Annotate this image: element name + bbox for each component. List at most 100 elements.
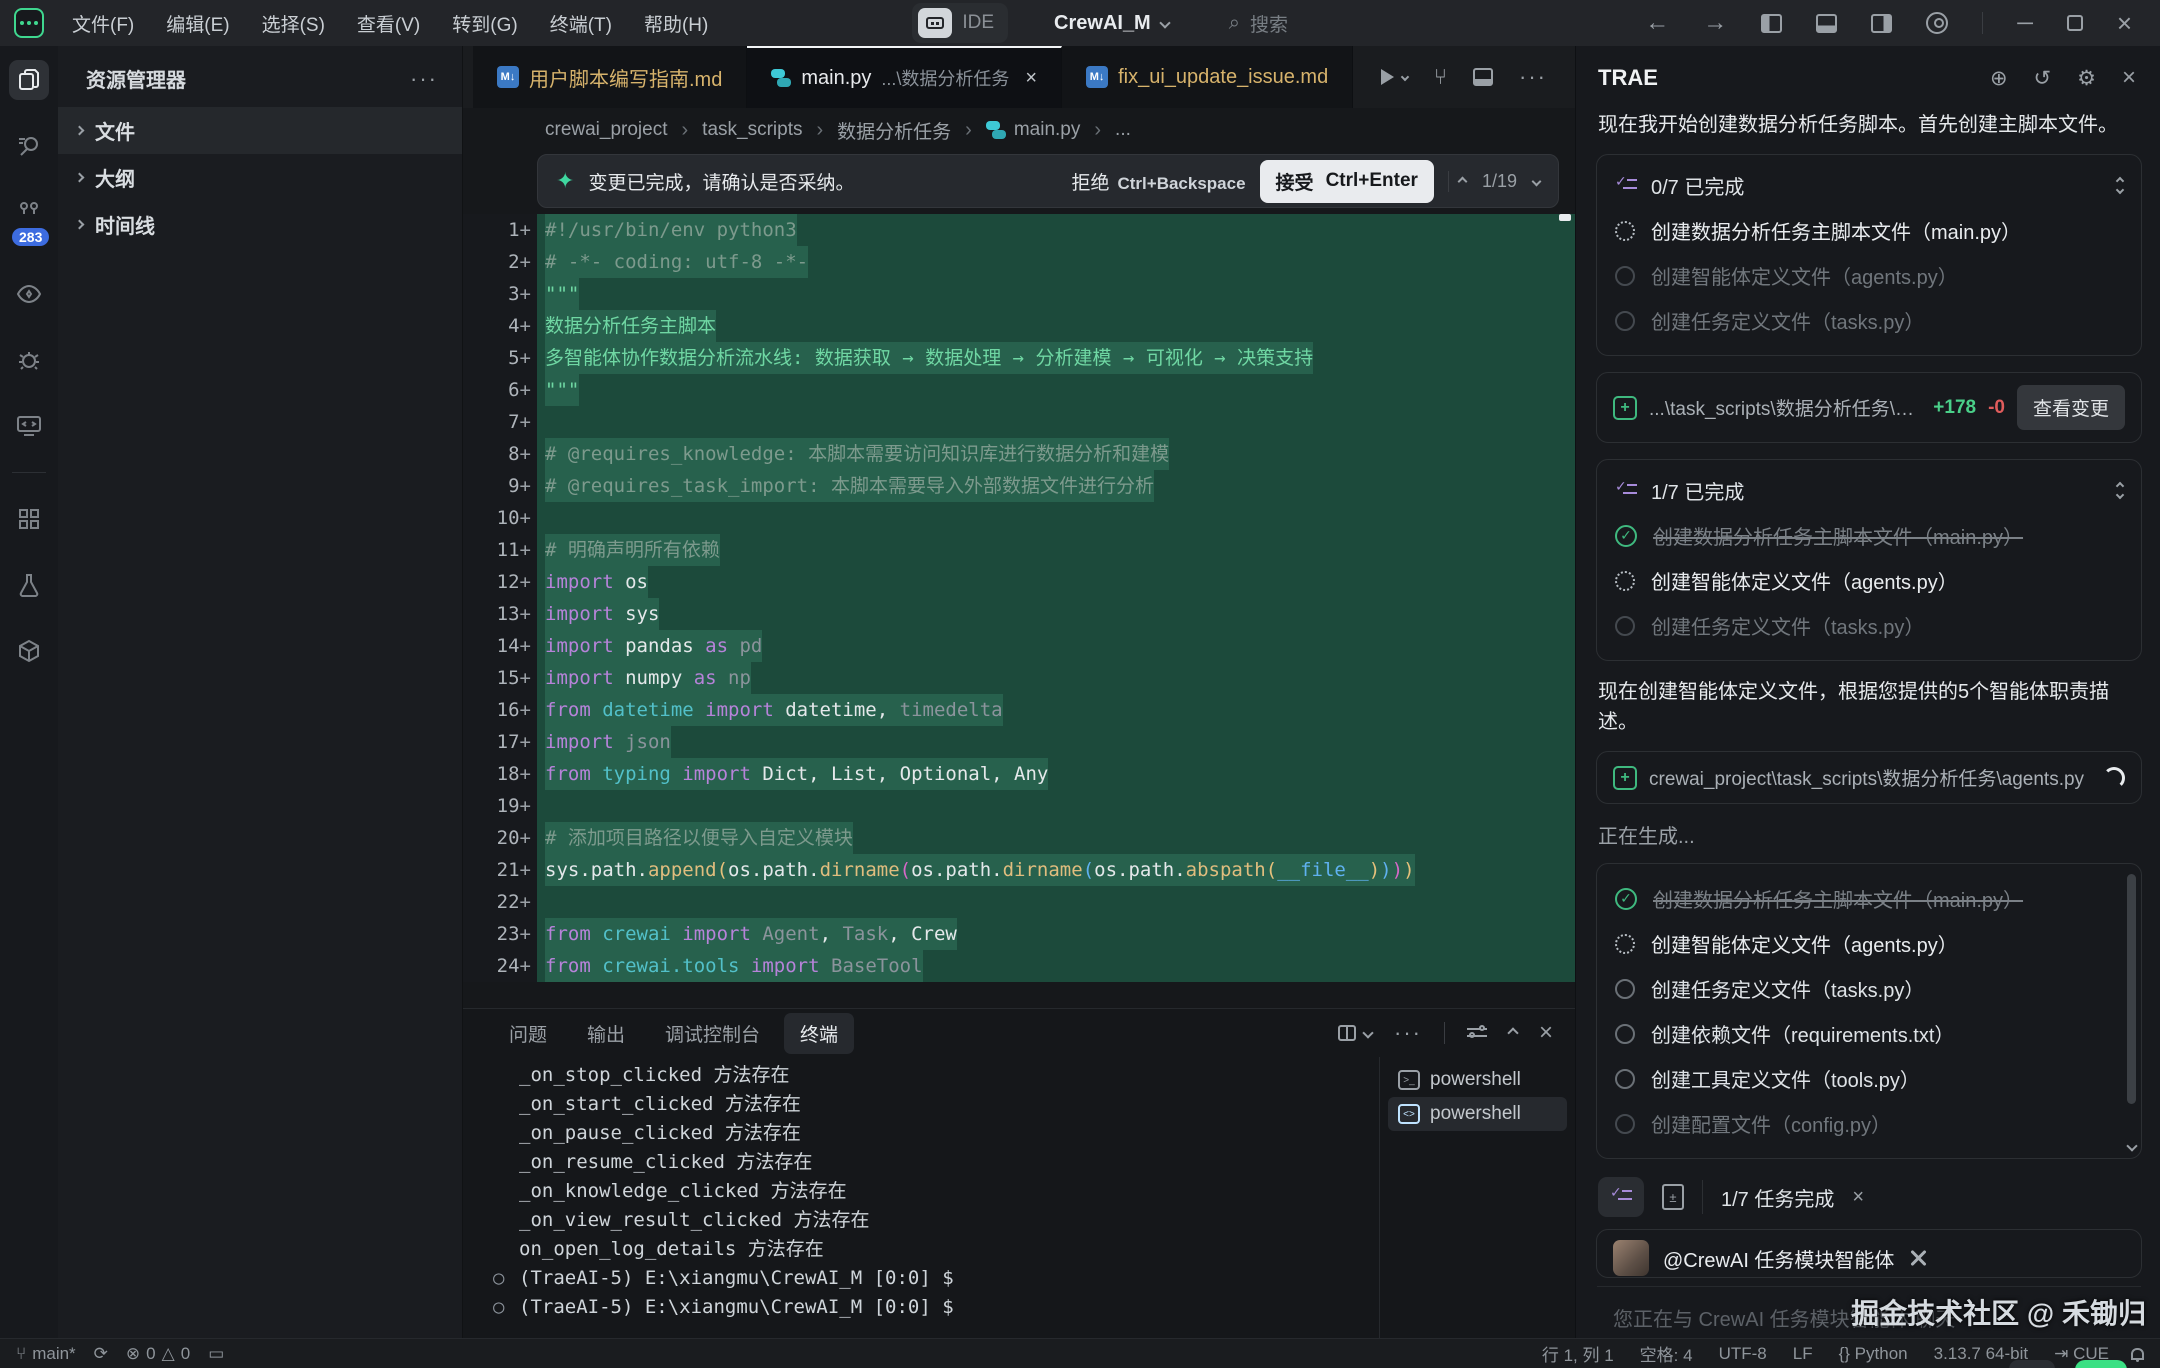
open-changes-icon[interactable]: ⑂ bbox=[1434, 64, 1447, 90]
breadcrumb[interactable]: crewai_project› task_scripts› 数据分析任务› ma… bbox=[463, 108, 1575, 152]
terminal-tab-调试控制台[interactable]: 调试控制台 bbox=[649, 1013, 776, 1054]
terminal-tab-输出[interactable]: 输出 bbox=[571, 1013, 641, 1054]
task-item[interactable]: 创建任务定义文件（tasks.py） bbox=[1613, 298, 2125, 343]
explorer-section-0[interactable]: 文件 bbox=[58, 107, 462, 154]
task-item[interactable]: 创建智能体定义文件（agents.py） bbox=[1613, 558, 2125, 603]
run-button[interactable] bbox=[1381, 69, 1408, 85]
accept-button[interactable]: 接受Ctrl+Enter bbox=[1260, 160, 1434, 203]
voice-input-button[interactable] bbox=[2009, 1360, 2055, 1368]
tab-main-py[interactable]: main.py ...\数据分析任务 × bbox=[747, 46, 1062, 108]
git-branch-indicator[interactable]: ⑂ main* bbox=[16, 1344, 76, 1364]
tab-user-guide[interactable]: M↓ 用户脚本编写指南.md bbox=[473, 46, 747, 108]
ports-icon[interactable]: ▭ bbox=[208, 1344, 224, 1364]
close-panel-icon[interactable]: × bbox=[1539, 1019, 1553, 1047]
terminal-tab-终端[interactable]: 终端 bbox=[784, 1013, 854, 1054]
menu-item[interactable]: 终端(T) bbox=[536, 4, 626, 43]
debug-activity-icon[interactable] bbox=[9, 340, 49, 380]
test-activity-icon[interactable] bbox=[9, 565, 49, 605]
new-chat-icon[interactable]: ⊕ bbox=[1990, 66, 2008, 91]
close-button[interactable]: × bbox=[2117, 8, 2132, 39]
next-change-icon[interactable] bbox=[1532, 176, 1542, 186]
nav-back-icon[interactable]: ← bbox=[1645, 9, 1669, 37]
task-item[interactable]: 创建任务定义文件（tasks.py） bbox=[1613, 966, 2105, 1011]
task-list-toggle-button[interactable] bbox=[1598, 1177, 1644, 1217]
explorer-activity-icon[interactable] bbox=[9, 60, 49, 100]
task-item[interactable]: ✓创建数据分析任务主脚本文件（main.py） bbox=[1613, 513, 2125, 558]
history-icon[interactable]: ↺ bbox=[2034, 66, 2052, 91]
toggle-right-panel-icon[interactable] bbox=[1871, 14, 1892, 33]
breadcrumb-item[interactable]: main.py bbox=[1014, 119, 1081, 141]
explorer-section-1[interactable]: 大纲 bbox=[58, 154, 462, 201]
menu-item[interactable]: 帮助(H) bbox=[630, 4, 722, 43]
menu-item[interactable]: 选择(S) bbox=[248, 4, 339, 43]
terminal-settings-icon[interactable] bbox=[1467, 1025, 1487, 1041]
project-switcher[interactable]: CrewAI_M bbox=[1054, 12, 1169, 35]
terminal-tab-问题[interactable]: 问题 bbox=[493, 1013, 563, 1054]
nav-forward-icon[interactable]: → bbox=[1703, 9, 1727, 37]
terminal-instance-0[interactable]: >_powershell bbox=[1388, 1063, 1567, 1097]
menu-item[interactable]: 转到(G) bbox=[438, 4, 531, 43]
breadcrumb-item[interactable]: ... bbox=[1115, 119, 1131, 141]
collapse-icon[interactable] bbox=[2117, 178, 2123, 193]
menu-item[interactable]: 编辑(E) bbox=[152, 4, 243, 43]
line-content: from crewai import Agent, Task, Crew bbox=[537, 918, 1575, 950]
sync-icon[interactable]: ⟳ bbox=[94, 1344, 108, 1364]
breadcrumb-item[interactable]: crewai_project bbox=[545, 119, 668, 141]
settings-gear-icon[interactable]: ⚙ bbox=[2077, 66, 2096, 91]
dismiss-tasks-icon[interactable]: × bbox=[1852, 1186, 1864, 1209]
toggle-bottom-panel-icon[interactable] bbox=[1816, 14, 1837, 33]
card-scrollbar[interactable] bbox=[2127, 874, 2136, 1104]
close-panel-icon[interactable]: × bbox=[2122, 64, 2136, 92]
search-activity-icon[interactable] bbox=[9, 126, 49, 166]
task-item[interactable]: ✓创建数据分析任务主脚本文件（main.py） bbox=[1613, 876, 2105, 921]
task-item[interactable]: 创建配置文件（config.py） bbox=[1613, 1101, 2105, 1146]
minimize-button[interactable]: ─ bbox=[2017, 10, 2033, 36]
search-placeholder: 搜索 bbox=[1250, 10, 1288, 37]
breadcrumb-item[interactable]: 数据分析任务 bbox=[837, 117, 951, 144]
view-changes-button[interactable]: 查看变更 bbox=[2017, 385, 2125, 430]
maximize-button[interactable] bbox=[2067, 15, 2083, 31]
menu-item[interactable]: 查看(V) bbox=[343, 4, 434, 43]
split-terminal-button[interactable] bbox=[1338, 1025, 1372, 1041]
breadcrumb-item[interactable]: task_scripts bbox=[702, 119, 802, 141]
package-activity-icon[interactable] bbox=[9, 631, 49, 671]
terminal-instance-1[interactable]: <>powershell bbox=[1388, 1097, 1567, 1131]
ide-mode-switch[interactable]: IDE bbox=[912, 3, 1008, 43]
more-actions-icon[interactable]: ··· bbox=[1519, 64, 1547, 90]
plugins-activity-icon[interactable]: 283 bbox=[9, 192, 49, 232]
scroll-down-icon[interactable] bbox=[2126, 1140, 2137, 1151]
explorer-section-2[interactable]: 时间线 bbox=[58, 201, 462, 248]
maximize-panel-icon[interactable] bbox=[1507, 1027, 1518, 1038]
close-tab-icon[interactable]: × bbox=[1025, 67, 1037, 90]
toggle-left-panel-icon[interactable] bbox=[1761, 14, 1782, 33]
apps-activity-icon[interactable] bbox=[9, 499, 49, 539]
export-doc-icon[interactable]: ± bbox=[1662, 1184, 1684, 1210]
prev-change-icon[interactable] bbox=[1458, 176, 1468, 186]
send-button[interactable] bbox=[2075, 1360, 2127, 1368]
task-item[interactable]: 创建智能体定义文件（agents.py） bbox=[1613, 253, 2125, 298]
explorer-more-icon[interactable]: ··· bbox=[410, 66, 438, 92]
task-label: 创建任务定义文件（tasks.py） bbox=[1651, 611, 1924, 640]
terminal-output[interactable]: _on_stop_clicked 方法存在_on_start_clicked 方… bbox=[463, 1057, 1379, 1338]
code-editor[interactable]: 1+#!/usr/bin/env python32+# -*- coding: … bbox=[463, 214, 1575, 1008]
menu-item[interactable]: 文件(F) bbox=[58, 4, 148, 43]
layout-icon[interactable] bbox=[1473, 68, 1493, 86]
preview-activity-icon[interactable] bbox=[9, 274, 49, 314]
line-tokens: from crewai import Agent, Task, Crew bbox=[545, 918, 957, 950]
task-item[interactable]: 创建工具定义文件（tools.py） bbox=[1613, 1056, 2105, 1101]
account-icon[interactable] bbox=[1926, 12, 1948, 34]
tab-fix-ui-update[interactable]: M↓ fix_ui_update_issue.md bbox=[1062, 46, 1353, 108]
notifications-bell-icon[interactable] bbox=[2131, 1348, 2144, 1360]
task-item[interactable]: 创建智能体定义文件（agents.py） bbox=[1613, 921, 2105, 966]
terminal-more-icon[interactable]: ··· bbox=[1394, 1020, 1422, 1046]
agent-name[interactable]: @CrewAI 任务模块智能体 bbox=[1663, 1244, 1894, 1273]
task-item[interactable]: 创建依赖文件（requirements.txt） bbox=[1613, 1011, 2105, 1056]
collapse-icon[interactable] bbox=[2117, 483, 2123, 498]
remote-activity-icon[interactable] bbox=[9, 406, 49, 446]
editor-scrollbar[interactable] bbox=[1559, 214, 1571, 221]
reject-button[interactable]: 拒绝Ctrl+Backspace bbox=[1071, 168, 1245, 195]
task-item[interactable]: 创建任务定义文件（tasks.py） bbox=[1613, 603, 2125, 648]
problems-indicator[interactable]: ⊗0 △0 bbox=[126, 1344, 190, 1364]
task-item[interactable]: 创建数据分析任务主脚本文件（main.py） bbox=[1613, 208, 2125, 253]
global-search[interactable]: ⌕ 搜索 bbox=[1229, 10, 1288, 37]
